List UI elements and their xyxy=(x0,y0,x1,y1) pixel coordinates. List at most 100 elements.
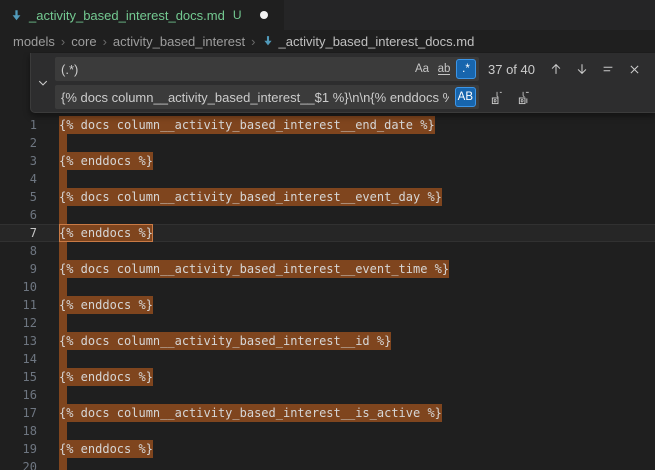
line-number: 19 xyxy=(0,440,37,458)
line-number: 14 xyxy=(0,350,37,368)
line-number: 12 xyxy=(0,314,37,332)
breadcrumb-item-models[interactable]: models xyxy=(13,34,55,49)
code-line[interactable]: 15{% enddocs %} xyxy=(0,368,655,386)
line-number: 10 xyxy=(0,278,37,296)
line-content xyxy=(37,458,67,470)
find-match-highlight: {% docs column__activity_based_interest_… xyxy=(59,404,442,422)
replace-options: AB xyxy=(455,87,476,107)
line-content: {% docs column__activity_based_interest_… xyxy=(37,116,435,134)
code-line[interactable]: 12 xyxy=(0,314,655,332)
tab-title: _activity_based_interest_docs.md xyxy=(29,8,225,23)
code-line[interactable]: 11{% enddocs %} xyxy=(0,296,655,314)
find-match-highlight xyxy=(59,134,67,152)
search-input[interactable] xyxy=(55,62,412,77)
line-number: 6 xyxy=(0,206,37,224)
line-content xyxy=(37,134,67,152)
match-case-option[interactable]: Aa xyxy=(412,59,432,79)
line-number: 5 xyxy=(0,188,37,206)
code-line[interactable]: 19 {% enddocs %} xyxy=(0,440,655,458)
find-match-highlight xyxy=(59,386,67,404)
line-content xyxy=(37,314,67,332)
code-line[interactable]: 9{% docs column__activity_based_interest… xyxy=(0,260,655,278)
line-number: 4 xyxy=(0,170,37,188)
close-find-widget-button[interactable] xyxy=(623,58,645,80)
breadcrumb-item-core[interactable]: core xyxy=(71,34,96,49)
search-options: Aa ab .* xyxy=(412,59,476,79)
code-line[interactable]: 3{% enddocs %} xyxy=(0,152,655,170)
code-line[interactable]: 8 xyxy=(0,242,655,260)
line-number: 2 xyxy=(0,134,37,152)
code-line[interactable]: 2 xyxy=(0,134,655,152)
line-content: {% docs column__activity_based_interest_… xyxy=(37,332,391,350)
line-number: 18 xyxy=(0,422,37,440)
editor-pane: Aa ab .* 37 of 40 xyxy=(0,52,655,470)
code-line[interactable]: 16 xyxy=(0,386,655,404)
current-find-match: {% enddocs %} xyxy=(59,224,153,242)
whole-word-option[interactable]: ab xyxy=(434,59,454,79)
previous-match-button[interactable] xyxy=(545,58,567,80)
line-content: {% enddocs %} xyxy=(37,440,153,458)
find-replace-widget: Aa ab .* 37 of 40 xyxy=(30,53,655,113)
git-status-badge: U xyxy=(233,8,242,22)
line-number: 8 xyxy=(0,242,37,260)
results-count: 37 of 40 xyxy=(488,62,535,77)
find-match-highlight: {% enddocs %} xyxy=(59,440,153,458)
find-match-highlight: {% docs column__activity_based_interest_… xyxy=(59,332,391,350)
tab-activity-docs[interactable]: _activity_based_interest_docs.md U xyxy=(0,0,284,30)
code-line[interactable]: 4 xyxy=(0,170,655,188)
line-content xyxy=(37,278,67,296)
code-area[interactable]: 1 {% docs column__activity_based_interest… xyxy=(0,52,655,470)
find-match-highlight: {% enddocs %} xyxy=(59,368,153,386)
next-match-button[interactable] xyxy=(571,58,593,80)
find-match-highlight: {% docs column__activity_based_interest_… xyxy=(59,116,435,134)
find-match-highlight xyxy=(59,458,67,470)
code-line[interactable]: 10 xyxy=(0,278,655,296)
find-match-highlight xyxy=(59,242,67,260)
code-line[interactable]: 14 xyxy=(0,350,655,368)
line-content: {% enddocs %} xyxy=(37,368,153,386)
replace-row: AB xyxy=(55,85,647,109)
line-number: 7 xyxy=(0,224,37,242)
line-content xyxy=(37,206,67,224)
line-content: {% docs column__activity_based_interest_… xyxy=(37,260,449,278)
replace-one-button[interactable] xyxy=(486,86,508,108)
line-content: {% enddocs %} xyxy=(37,296,153,314)
line-content xyxy=(37,386,67,404)
code-line[interactable]: 5 {% docs column__activity_based_interest… xyxy=(0,188,655,206)
code-line[interactable]: 7 {% enddocs %} xyxy=(0,224,655,242)
find-match-highlight xyxy=(59,314,67,332)
line-content: {% docs column__activity_based_interest_… xyxy=(37,404,442,422)
line-content: {% enddocs %} xyxy=(37,224,153,242)
breadcrumb-item-activity-based-interest[interactable]: activity_based_interest xyxy=(113,34,245,49)
line-content: {% docs column__activity_based_interest_… xyxy=(37,188,442,206)
code-line[interactable]: 1 {% docs column__activity_based_interest… xyxy=(0,116,655,134)
code-line[interactable]: 13{% docs column__activity_based_interes… xyxy=(0,332,655,350)
regex-option[interactable]: .* xyxy=(456,59,476,79)
breadcrumb-item-file[interactable]: _activity_based_interest_docs.md xyxy=(262,34,475,49)
replace-all-button[interactable] xyxy=(513,86,535,108)
find-match-highlight xyxy=(59,350,67,368)
chevron-right-icon: › xyxy=(61,34,65,49)
toggle-replace-chevron-icon[interactable] xyxy=(31,53,55,112)
line-number: 3 xyxy=(0,152,37,170)
modified-indicator-icon[interactable] xyxy=(260,11,268,19)
markdown-file-icon xyxy=(262,35,274,47)
line-number: 1 xyxy=(0,116,37,134)
replace-buttons xyxy=(486,86,535,108)
preserve-case-option[interactable]: AB xyxy=(455,87,476,107)
code-line[interactable]: 6 xyxy=(0,206,655,224)
code-line[interactable]: 20 xyxy=(0,458,655,470)
replace-input-box: AB xyxy=(55,85,479,109)
line-content xyxy=(37,242,67,260)
find-match-highlight xyxy=(59,170,67,188)
line-number: 20 xyxy=(0,458,37,470)
find-match-highlight: {% docs column__activity_based_interest_… xyxy=(59,188,442,206)
find-match-highlight xyxy=(59,278,67,296)
code-line[interactable]: 17{% docs column__activity_based_interes… xyxy=(0,404,655,422)
replace-input[interactable] xyxy=(55,90,455,105)
chevron-right-icon: › xyxy=(103,34,107,49)
find-in-selection-button[interactable] xyxy=(597,58,619,80)
code-line[interactable]: 18 xyxy=(0,422,655,440)
breadcrumb: models › core › activity_based_interest … xyxy=(0,30,655,52)
find-row: Aa ab .* 37 of 40 xyxy=(55,57,647,81)
